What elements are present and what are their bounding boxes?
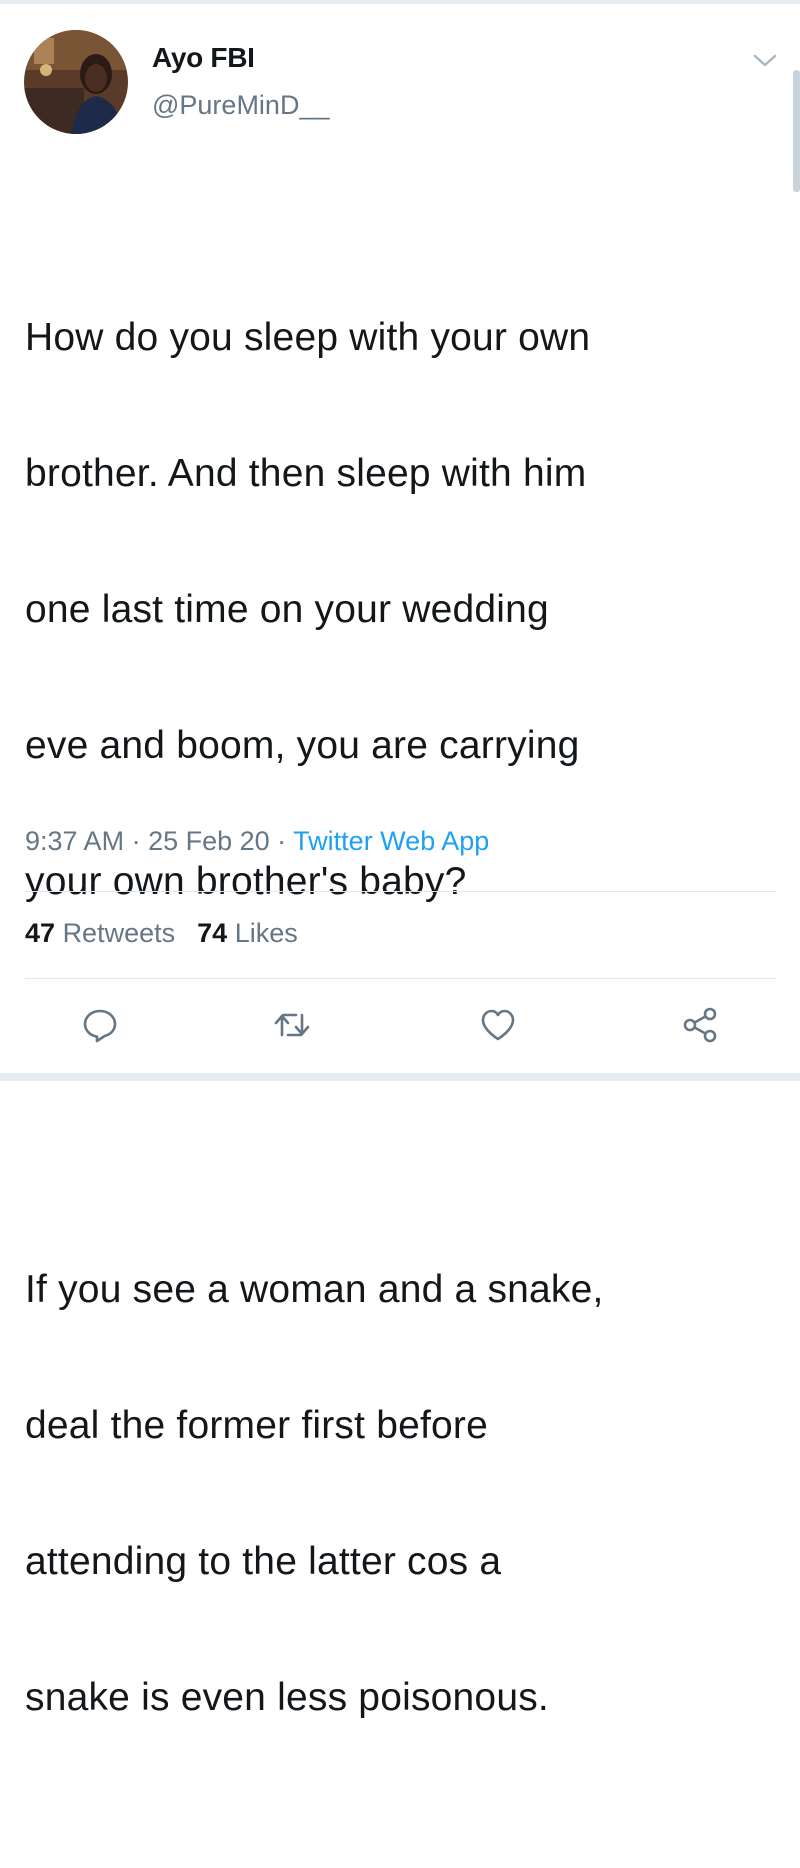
avatar[interactable] <box>24 30 128 134</box>
chevron-down-icon[interactable] <box>752 50 778 70</box>
tweet-line: your own brother's baby? <box>25 860 467 903</box>
tweet-stats: 47 Retweets 74 Likes <box>25 918 298 949</box>
scrollbar[interactable] <box>793 70 800 192</box>
tweet-line: one last time on your wedding <box>25 588 549 631</box>
tweet-line: If you see a woman and a snake, <box>25 1268 604 1311</box>
tweet-line: brother. And then sleep with him <box>25 452 587 495</box>
likes-label: Likes <box>234 918 298 948</box>
tweet-line: attending to the latter cos a <box>25 1540 502 1583</box>
likes-count: 74 <box>197 918 228 948</box>
heart-icon[interactable] <box>478 1005 518 1045</box>
likes-stat[interactable]: 74 Likes <box>197 918 298 948</box>
tweet-line: How do you sleep with your own <box>25 316 591 359</box>
retweets-label: Retweets <box>62 918 176 948</box>
author-display-name[interactable]: Ayo FBI <box>152 42 255 74</box>
retweets-stat[interactable]: 47 Retweets <box>25 918 175 948</box>
meta-separator: · <box>124 826 149 856</box>
tweet-source-app[interactable]: Twitter Web App <box>293 826 489 856</box>
bottom-border <box>0 1073 800 1081</box>
tweet-date[interactable]: 25 Feb 20 <box>148 826 270 856</box>
author-handle[interactable]: @PureMinD__ <box>152 90 329 121</box>
retweets-count: 47 <box>25 918 56 948</box>
tweet-text: How do you sleep with your own brother. … <box>25 168 785 1868</box>
divider <box>25 978 776 979</box>
retweet-icon[interactable] <box>272 1005 312 1045</box>
tweet-paragraph-1: How do you sleep with your own brother. … <box>25 236 785 984</box>
top-border <box>0 0 800 4</box>
tweet-meta: 9:37 AM · 25 Feb 20 · Twitter Web App <box>25 826 489 857</box>
tweet-line: snake is even less poisonous. <box>25 1676 549 1719</box>
tweet-paragraph-2: If you see a woman and a snake, deal the… <box>25 1188 785 1800</box>
tweet-line: eve and boom, you are carrying <box>25 724 580 767</box>
tweet-line: deal the former first before <box>25 1404 488 1447</box>
avatar-image <box>24 30 128 134</box>
reply-icon[interactable] <box>80 1005 120 1045</box>
share-icon[interactable] <box>680 1005 720 1045</box>
meta-separator: · <box>269 826 294 856</box>
divider <box>25 891 776 892</box>
tweet-time[interactable]: 9:37 AM <box>25 826 124 856</box>
